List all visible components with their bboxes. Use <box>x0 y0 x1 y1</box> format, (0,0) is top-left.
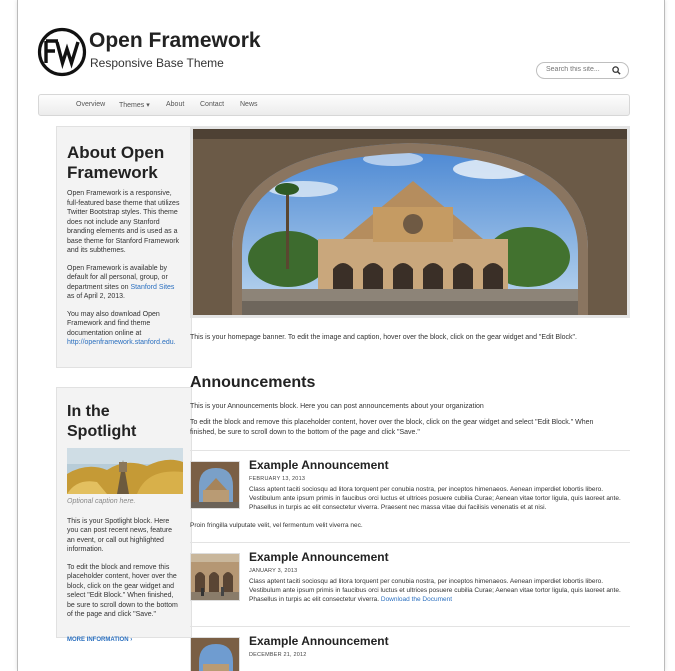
search-box[interactable] <box>536 62 629 79</box>
announcement-date: DECEMBER 21, 2012 <box>249 652 307 658</box>
announcement-body: Class aptent taciti sociosqu ad litora t… <box>249 577 630 604</box>
spotlight-caption: Optional caption here. <box>67 498 136 505</box>
stanford-sites-link[interactable]: Stanford Sites <box>130 284 174 291</box>
about-p3-text: You may also download Open Framework and… <box>67 310 160 337</box>
about-paragraph-3: You may also download Open Framework and… <box>67 310 181 348</box>
spotlight-title: In the Spotlight <box>67 403 137 440</box>
homepage-banner <box>190 126 630 318</box>
spotlight-block: In the Spotlight Optional caption here. … <box>56 387 192 643</box>
site-name[interactable]: Open Framework <box>89 29 261 53</box>
announcement-title[interactable]: Example Announcement <box>249 458 389 472</box>
site-slogan: Responsive Base Theme <box>90 56 224 70</box>
search-input[interactable] <box>546 66 608 73</box>
open-framework-logo-icon[interactable] <box>37 27 87 77</box>
announcement-body-continued: Proin fringilla vulputate velit, vel fer… <box>190 522 363 529</box>
announcement-thumbnail[interactable] <box>190 637 240 671</box>
about-p2-text-end: as of April 2, 2013. <box>67 293 125 300</box>
divider <box>190 450 630 451</box>
about-paragraph-2: Open Framework is available by default f… <box>67 264 181 302</box>
announcement-item: Example Announcement JANUARY 3, 2013 Cla… <box>190 550 630 620</box>
announcement-body: Class aptent taciti sociosqu ad litora t… <box>249 486 621 511</box>
announcement-thumbnail[interactable] <box>190 553 240 601</box>
about-title: About Open Framework <box>67 143 165 182</box>
announcements-title: Announcements <box>190 374 316 391</box>
main-nav: Overview Themes ▾ About Contact News <box>38 94 630 116</box>
nav-themes[interactable]: Themes ▾ <box>119 101 150 109</box>
nav-contact[interactable]: Contact <box>200 101 224 108</box>
search-icon[interactable] <box>612 66 621 75</box>
announcement-thumbnail[interactable] <box>190 461 240 509</box>
nav-news[interactable]: News <box>240 101 258 108</box>
announcement-item: Example Announcement DECEMBER 21, 2012 <box>190 634 630 671</box>
spotlight-image <box>67 448 183 494</box>
announcement-item: Example Announcement FEBRUARY 13, 2013 C… <box>190 458 630 536</box>
spotlight-paragraph-2: To edit the block and remove this placeh… <box>67 563 178 619</box>
announcements-instructions: To edit the block and remove this placeh… <box>190 419 594 436</box>
announcement-date: FEBRUARY 13, 2013 <box>249 476 306 482</box>
announcement-title[interactable]: Example Announcement <box>249 634 389 648</box>
download-document-link[interactable]: Download the Document <box>381 596 452 603</box>
banner-caption: This is your homepage banner. To edit th… <box>190 334 577 341</box>
nav-about[interactable]: About <box>166 101 184 108</box>
announcement-date: JANUARY 3, 2013 <box>249 568 298 574</box>
nav-overview[interactable]: Overview <box>76 101 105 108</box>
more-information-link[interactable]: MORE INFORMATION › <box>67 637 132 643</box>
spotlight-paragraph-1: This is your Spotlight block. Here you c… <box>67 517 173 554</box>
announcements-intro: This is your Announcements block. Here y… <box>190 403 484 410</box>
openframework-link[interactable]: http://openframework.stanford.edu. <box>67 339 176 346</box>
about-paragraph-1: Open Framework is a responsive, full-fea… <box>67 190 180 254</box>
announcement-title[interactable]: Example Announcement <box>249 550 389 564</box>
divider <box>190 626 630 627</box>
about-block: About Open Framework Open Framework is a… <box>56 126 192 368</box>
divider <box>190 542 630 543</box>
banner-image <box>193 129 627 315</box>
